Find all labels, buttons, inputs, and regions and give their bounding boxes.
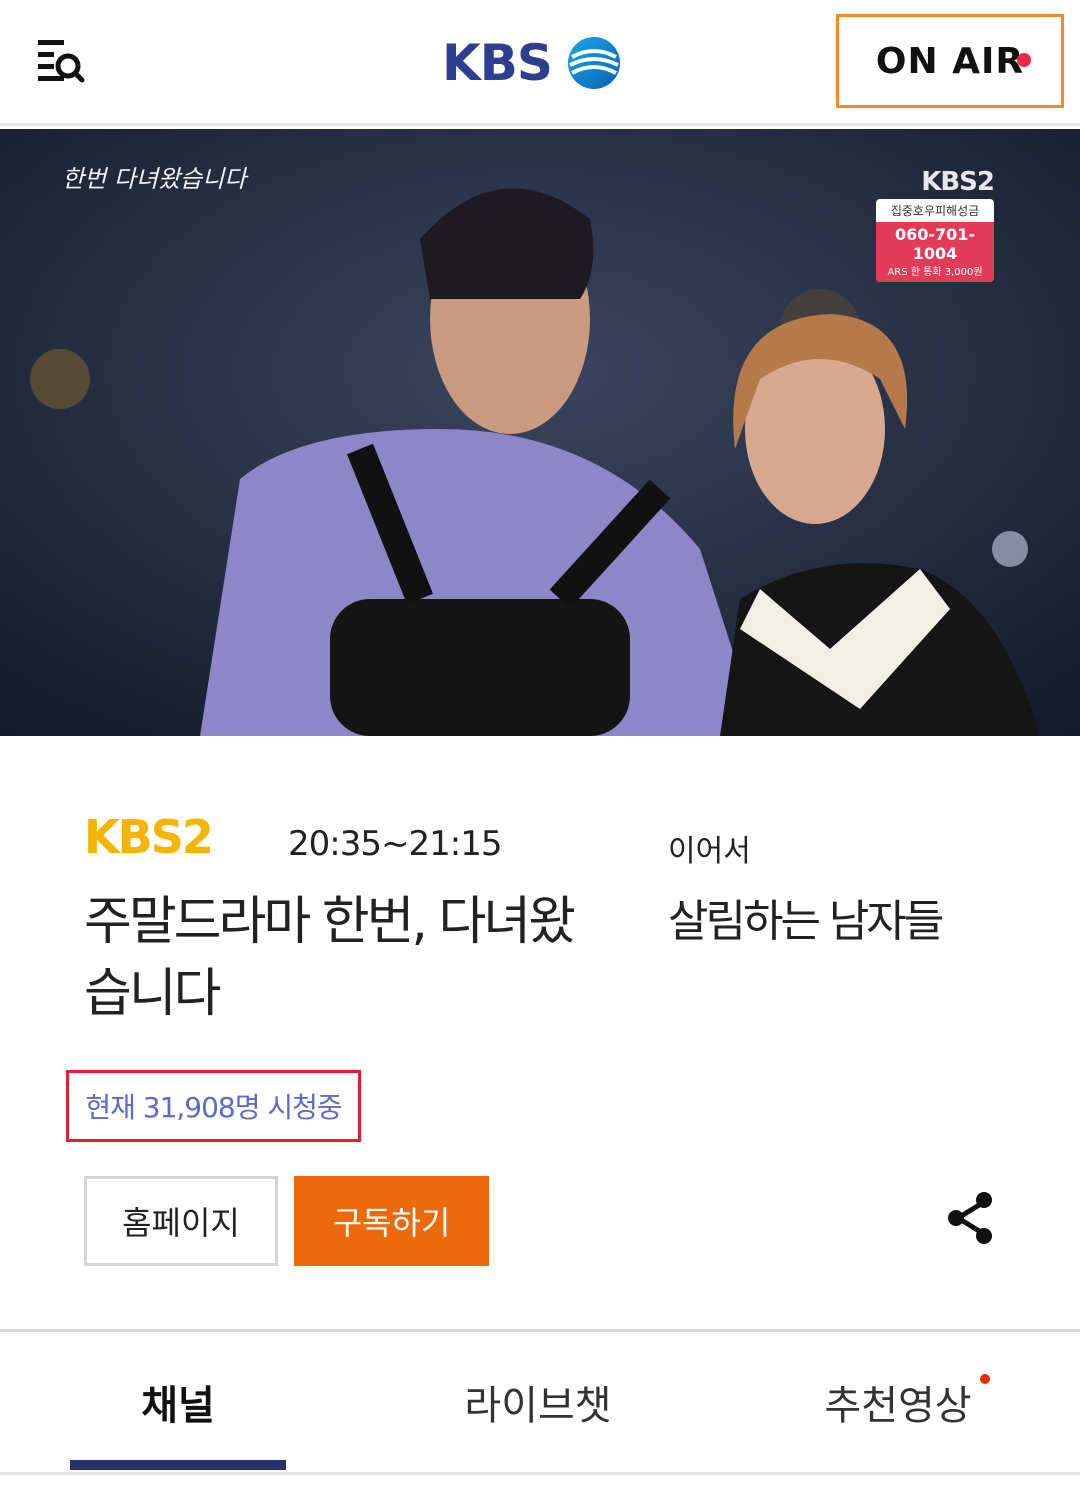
program-title-line1: 주말드라마 한번, 다녀왔	[84, 892, 576, 952]
donation-banner: 집중호우피해성금 060-701-1004 ARS 한 통화 3,000원	[876, 199, 994, 282]
active-tab-indicator	[70, 1460, 286, 1470]
kbs-logo-text: KBS	[442, 34, 553, 92]
donation-info: 060-701-1004 ARS 한 통화 3,000원	[876, 222, 994, 282]
kbs2-logo-text: KBS2	[84, 810, 214, 864]
tab-bar-divider	[0, 1472, 1080, 1475]
donation-note: ARS 한 통화 3,000원	[887, 267, 983, 278]
homepage-button[interactable]: 홈페이지	[84, 1176, 278, 1266]
broadcast-time: 20:35~21:15	[288, 824, 502, 864]
top-header: KBS ON AIR	[0, 0, 1080, 126]
tab-recommended-label: 추천영상	[824, 1383, 972, 1429]
program-title-line2: 습니다	[84, 964, 222, 1024]
bottom-tab-bar: 채널 라이브챗 추천영상	[0, 1329, 1080, 1493]
new-badge-dot-icon	[980, 1374, 990, 1384]
kbs-logo[interactable]: KBS	[442, 32, 622, 94]
tab-recommended[interactable]: 추천영상	[790, 1332, 1006, 1472]
subscribe-button[interactable]: 구독하기	[294, 1176, 489, 1266]
program-title: 주말드라마 한번, 다녀왔 습니다	[84, 886, 644, 1030]
on-air-button[interactable]: ON AIR	[836, 14, 1064, 108]
tab-live-chat-label: 라이브챗	[464, 1383, 612, 1429]
kbs-globe-icon	[567, 37, 620, 89]
next-program-label: 이어서	[668, 834, 751, 869]
live-video-player[interactable]: 한번 다녀왔습니다 KBS2 집중호우피해성금 060-701-1004 ARS…	[0, 129, 1080, 736]
channel-badge: KBS2 집중호우피해성금 060-701-1004 ARS 한 통화 3,00…	[876, 167, 995, 282]
channel-badge-logo: KBS2	[921, 167, 995, 197]
next-program-title: 살림하는 남자들	[668, 896, 944, 947]
donation-phone: 060-701-1004	[894, 225, 976, 263]
kbs2-channel-logo: KBS2	[84, 810, 214, 864]
live-dot-icon	[1017, 53, 1031, 67]
on-air-label: ON AIR	[875, 40, 1025, 82]
tab-channel[interactable]: 채널	[70, 1332, 286, 1472]
tab-live-chat[interactable]: 라이브챗	[430, 1332, 646, 1472]
program-info-section: KBS2 20:35~21:15 이어서 주말드라마 한번, 다녀왔 습니다 살…	[0, 736, 1080, 1332]
share-icon[interactable]	[946, 1190, 996, 1246]
program-overlay-title: 한번 다녀왔습니다	[62, 165, 247, 193]
donation-campaign: 집중호우피해성금	[890, 204, 980, 218]
viewer-count: 현재 31,908명 시청중	[66, 1070, 361, 1142]
viewer-count-text: 현재 31,908명 시청중	[85, 1091, 342, 1124]
menu-search-icon[interactable]	[30, 36, 90, 88]
tab-channel-label: 채널	[141, 1383, 215, 1429]
